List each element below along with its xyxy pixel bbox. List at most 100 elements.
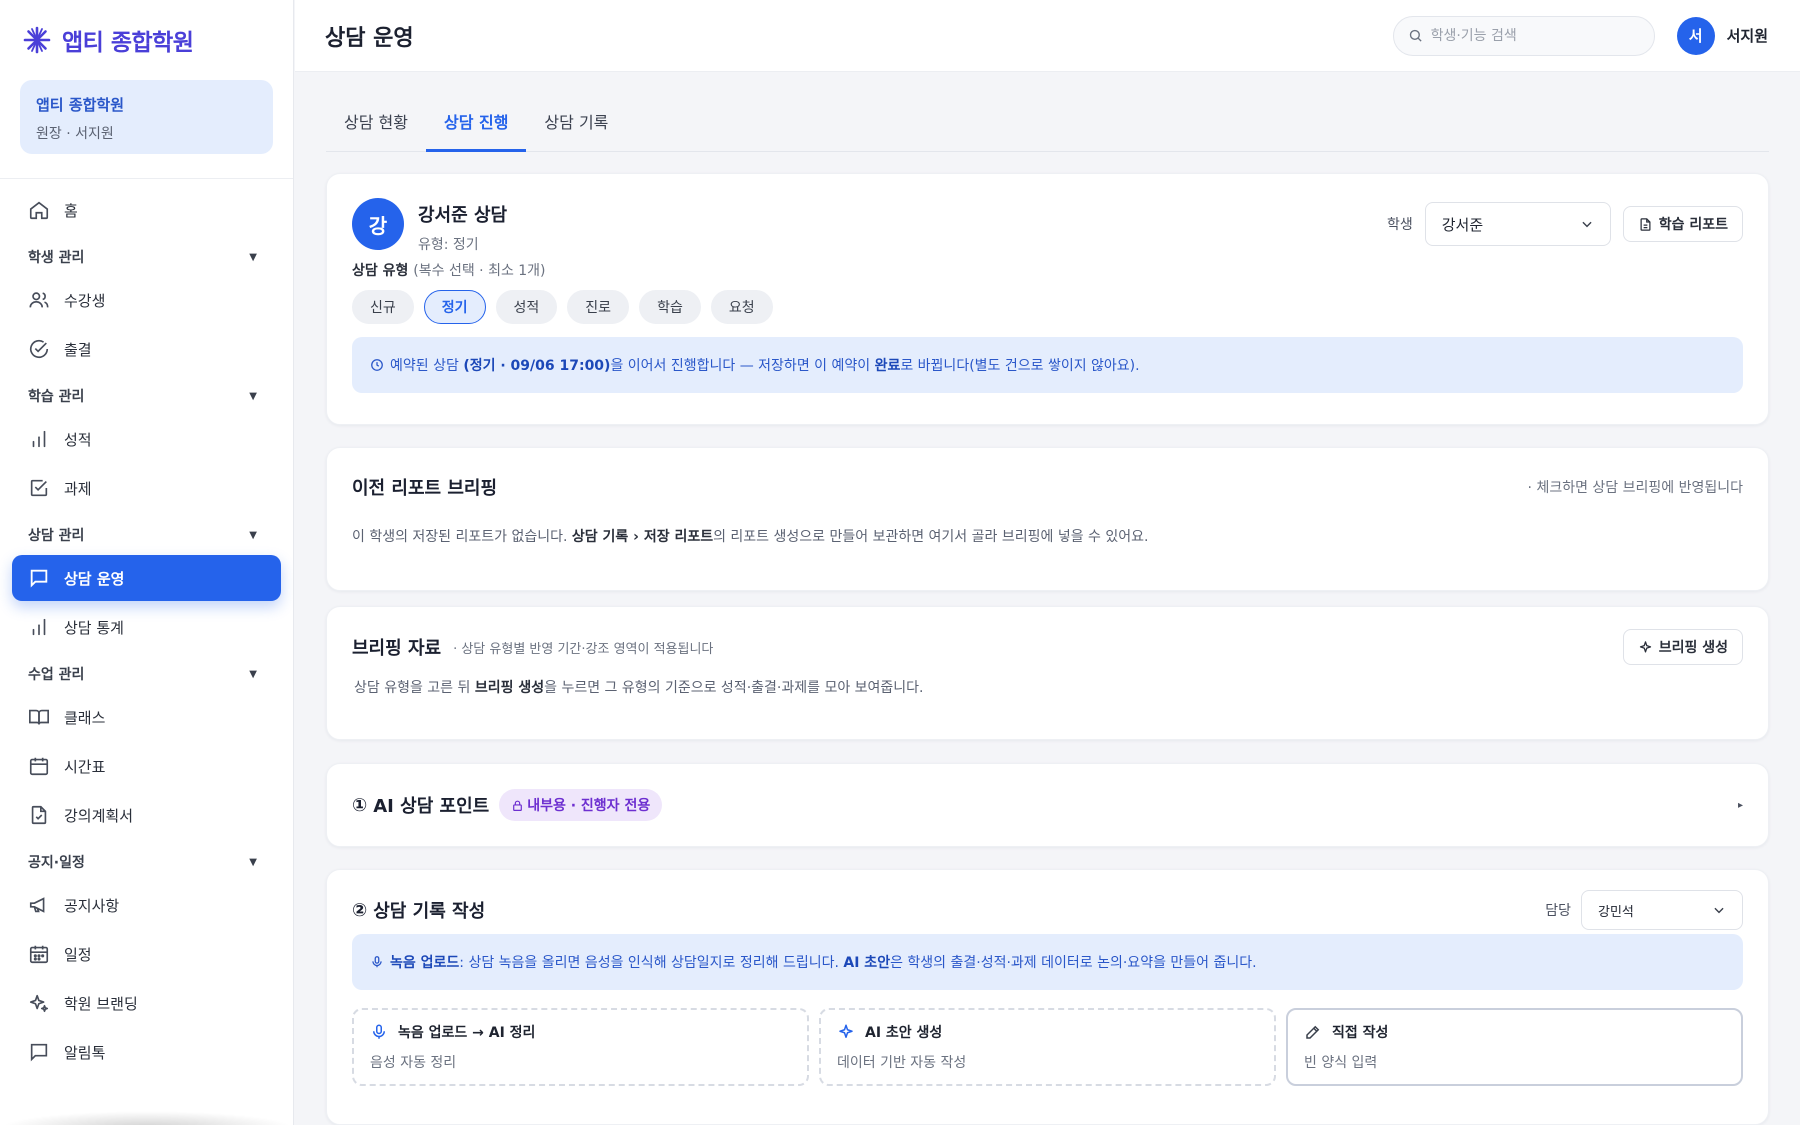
record-options: 녹음 업로드 → AI 정리 음성 자동 정리 AI 초안 생성 데이터 기반 … bbox=[352, 1008, 1743, 1086]
sidebar-item-label: 알림톡 bbox=[64, 1043, 106, 1062]
expand-arrow-icon[interactable]: ▸ bbox=[1738, 800, 1743, 811]
sidebar-item-schedule[interactable]: 일정 bbox=[12, 931, 281, 977]
record-title: 상담 기록 작성 bbox=[373, 901, 486, 922]
sidebar-item-alimtalk[interactable]: 알림톡 bbox=[12, 1029, 281, 1075]
check-circle-icon bbox=[28, 338, 50, 360]
tab-status[interactable]: 상담 현황 bbox=[326, 109, 426, 152]
sidebar-item-assignments[interactable]: 과제 bbox=[12, 465, 281, 511]
sidebar-item-class[interactable]: 클래스 bbox=[12, 694, 281, 740]
brand[interactable]: 앱티 종합학원 bbox=[0, 0, 293, 80]
chip-regular[interactable]: 정기 bbox=[423, 290, 486, 324]
sidebar-item-attendance[interactable]: 출결 bbox=[12, 326, 281, 372]
learning-report-button[interactable]: 학습 리포트 bbox=[1622, 206, 1743, 242]
option-subtitle: 데이터 기반 자동 작성 bbox=[837, 1055, 967, 1071]
notice-text: 로 바뀝니다(별도 건으로 쌓이지 않아요). bbox=[900, 358, 1140, 374]
counsel-type-hint: (복수 선택 · 최소 1개) bbox=[413, 263, 546, 279]
option-ai-draft[interactable]: AI 초안 생성 데이터 기반 자동 작성 bbox=[819, 1008, 1276, 1086]
sidebar-item-timetable[interactable]: 시간표 bbox=[12, 743, 281, 789]
briefing-description: 상담 유형을 고른 뒤 브리핑 생성을 누르면 그 유형의 기준으로 성적·출결… bbox=[352, 677, 1743, 697]
notice-text: 예약된 상담 bbox=[390, 358, 464, 374]
user-menu[interactable]: 서 서지원 bbox=[1676, 16, 1768, 55]
sidebar-item-label: 일정 bbox=[64, 945, 92, 964]
student-avatar: 강 bbox=[352, 198, 404, 250]
mic-icon bbox=[370, 1023, 388, 1041]
body-text: 이 학생의 저장된 리포트가 없습니다. bbox=[352, 529, 572, 545]
sidebar-item-syllabus[interactable]: 강의계획서 bbox=[12, 792, 281, 838]
record-notice-text: 녹음 업로드: 상담 녹음을 올리면 음성을 인식해 상담일지로 정리해 드립니… bbox=[390, 952, 1257, 972]
main-content: 상담 현황 상담 진행 상담 기록 강 강서준 상담 유형: 정기 학생 강서준… bbox=[295, 73, 1800, 1125]
counsel-type-label: 상담 유형 (복수 선택 · 최소 1개) bbox=[352, 260, 1743, 280]
sidebar-section-notices[interactable]: 공지·일정 ▼ bbox=[12, 842, 281, 882]
counsel-type-title: 상담 유형 bbox=[352, 263, 409, 279]
body-text: 을 누르면 그 유형의 기준으로 성적·출결·과제를 모아 보여줍니다. bbox=[544, 680, 924, 696]
file-check-icon bbox=[28, 804, 50, 826]
caret-down-icon: ▼ bbox=[249, 390, 257, 402]
sidebar-section-classes[interactable]: 수업 관리 ▼ bbox=[12, 654, 281, 694]
body-emphasis: 브리핑 생성 bbox=[474, 680, 545, 696]
sidebar-item-label: 학원 브랜딩 bbox=[64, 994, 138, 1013]
section-label: 학생 관리 bbox=[28, 250, 85, 266]
sidebar-item-enrolled[interactable]: 수강생 bbox=[12, 277, 281, 323]
sidebar-item-counseling-ops[interactable]: 상담 운영 bbox=[12, 555, 281, 601]
caret-down-icon: ▼ bbox=[249, 529, 257, 541]
sparkle-icon bbox=[1638, 640, 1653, 655]
sidebar-section-students[interactable]: 학생 관리 ▼ bbox=[12, 237, 281, 277]
sidebar-item-home[interactable]: 홈 bbox=[12, 187, 281, 233]
sidebar-item-branding[interactable]: 학원 브랜딩 bbox=[12, 980, 281, 1026]
sidebar-section-counseling[interactable]: 상담 관리 ▼ bbox=[12, 515, 281, 555]
tab-bar: 상담 현황 상담 진행 상담 기록 bbox=[326, 73, 1769, 152]
sidebar-item-label: 성적 bbox=[64, 430, 92, 449]
page-title: 상담 운영 bbox=[325, 25, 414, 51]
body-text: 상담 유형을 고른 뒤 bbox=[354, 680, 475, 696]
chip-request[interactable]: 요청 bbox=[710, 290, 773, 324]
student-select[interactable]: 강서준 bbox=[1424, 202, 1611, 246]
caret-down-icon: ▼ bbox=[249, 668, 257, 680]
chip-grades[interactable]: 성적 bbox=[495, 290, 558, 324]
section-label: 학습 관리 bbox=[28, 389, 85, 405]
record-heading: ② 상담 기록 작성 bbox=[352, 897, 485, 923]
notice-text: 은 학생의 출결·성적·과제 데이터로 논의·요약을 만들어 줍니다. bbox=[890, 955, 1257, 971]
search-box[interactable] bbox=[1392, 15, 1655, 56]
option-subtitle: 음성 자동 정리 bbox=[370, 1055, 457, 1071]
session-subtitle: 유형: 정기 bbox=[418, 237, 479, 253]
search-input[interactable] bbox=[1430, 27, 1631, 44]
notice-emphasis: 녹음 업로드 bbox=[390, 955, 460, 971]
notice-text: : 상담 녹음을 올리면 음성을 인식해 상담일지로 정리해 드립니다. bbox=[459, 955, 844, 971]
logo-icon bbox=[22, 25, 52, 55]
option-title: 직접 작성 bbox=[1332, 1025, 1389, 1041]
user-name: 서지원 bbox=[1726, 27, 1768, 45]
sidebar-item-announcements[interactable]: 공지사항 bbox=[12, 882, 281, 928]
generate-briefing-button[interactable]: 브리핑 생성 bbox=[1622, 629, 1743, 665]
sidebar-item-label: 홈 bbox=[64, 201, 78, 220]
chip-new[interactable]: 신규 bbox=[352, 290, 414, 324]
option-upload-recording[interactable]: 녹음 업로드 → AI 정리 음성 자동 정리 bbox=[352, 1008, 809, 1086]
org-card[interactable]: 앱티 종합학원 원장 · 서지원 bbox=[20, 80, 273, 154]
sidebar-item-grades[interactable]: 성적 bbox=[12, 416, 281, 462]
bar-chart-icon bbox=[28, 428, 50, 450]
owner-select[interactable]: 강민석 bbox=[1581, 890, 1743, 930]
chat-icon bbox=[28, 567, 50, 589]
generate-briefing-label: 브리핑 생성 bbox=[1658, 640, 1728, 656]
ai-points-card[interactable]: ① AI 상담 포인트 내부용 · 진행자 전용 ▸ bbox=[326, 763, 1769, 847]
sidebar-section-learning[interactable]: 학습 관리 ▼ bbox=[12, 376, 281, 416]
step-number: ② bbox=[352, 899, 368, 921]
option-manual[interactable]: 직접 작성 빈 양식 입력 bbox=[1286, 1008, 1743, 1086]
caret-down-icon: ▼ bbox=[249, 251, 257, 263]
briefing-heading: 브리핑 자료 · 상담 유형별 반영 기간·강조 영역이 적용됩니다 bbox=[352, 634, 713, 660]
megaphone-icon bbox=[28, 894, 50, 916]
sidebar-item-counseling-stats[interactable]: 상담 통계 bbox=[12, 604, 281, 650]
option-title: 녹음 업로드 → AI 정리 bbox=[398, 1025, 536, 1041]
bar-chart-icon bbox=[28, 616, 50, 638]
notice-text: 을 이어서 진행합니다 — 저장하면 이 예약이 bbox=[610, 358, 875, 374]
notice-emphasis: 완료 bbox=[874, 358, 901, 374]
sparkle-icon bbox=[837, 1023, 855, 1041]
reservation-notice: 예약된 상담 (정기 · 09/06 17:00)을 이어서 진행합니다 — 저… bbox=[352, 337, 1743, 393]
briefing-subtitle: · 상담 유형별 반영 기간·강조 영역이 적용됩니다 bbox=[453, 641, 714, 657]
notice-emphasis: (정기 · 09/06 17:00) bbox=[463, 358, 611, 374]
previous-report-note: · 체크하면 상담 브리핑에 반영됩니다 bbox=[1527, 480, 1743, 496]
chip-career[interactable]: 진로 bbox=[567, 290, 630, 324]
tab-records[interactable]: 상담 기록 bbox=[526, 109, 626, 152]
tab-progress[interactable]: 상담 진행 bbox=[425, 109, 527, 152]
chip-study[interactable]: 학습 bbox=[639, 290, 701, 324]
sidebar-item-label: 수강생 bbox=[64, 291, 106, 310]
